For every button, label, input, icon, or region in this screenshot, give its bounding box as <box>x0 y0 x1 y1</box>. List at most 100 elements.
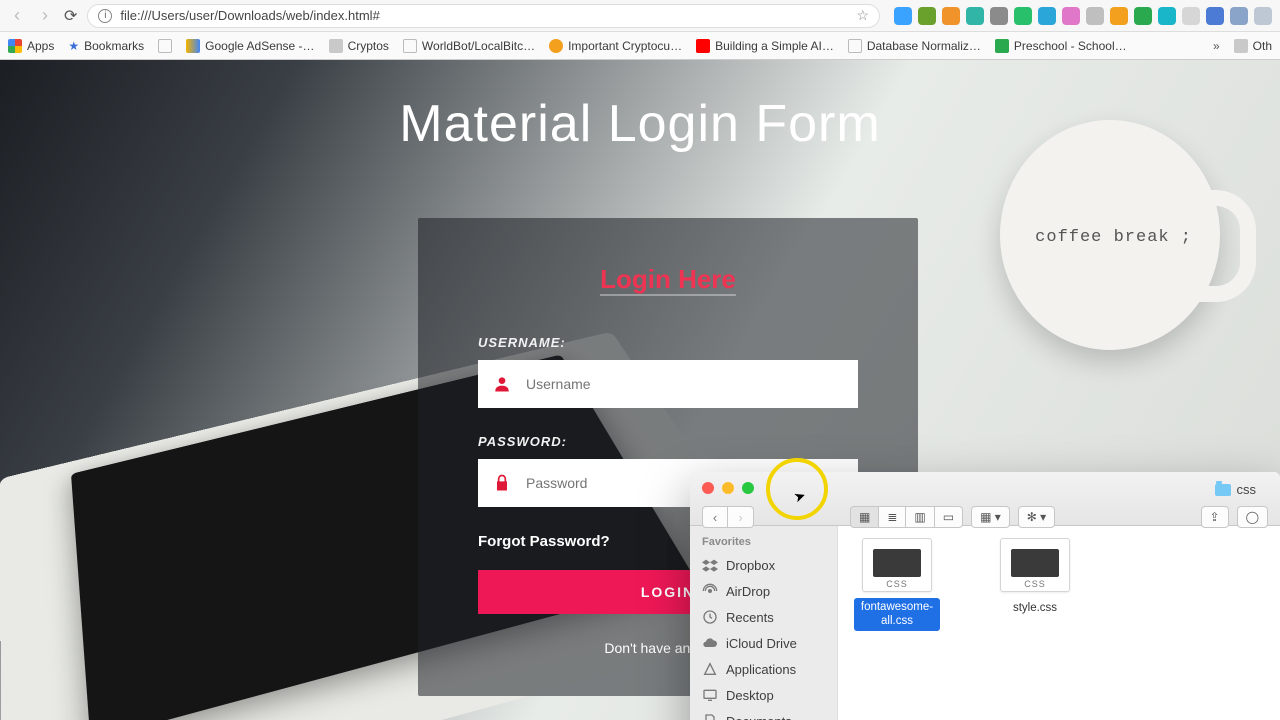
ext-icon[interactable] <box>1062 7 1080 25</box>
back-button[interactable]: ‹ <box>8 5 26 26</box>
sidebar-item-airdrop[interactable]: AirDrop <box>690 578 837 604</box>
bookmark-item[interactable]: Building a Simple AI… <box>696 39 834 53</box>
action-menu-button[interactable]: ✻ ▾ <box>1018 506 1055 528</box>
sidebar-label: Dropbox <box>726 558 775 573</box>
bookmark-item[interactable]: Preschool - School… <box>995 39 1127 53</box>
tags-button[interactable]: ◯ <box>1237 506 1268 528</box>
finder-title: css <box>1215 482 1257 497</box>
window-traffic-lights <box>702 482 754 494</box>
username-label: USERNAME: <box>478 335 858 350</box>
file-ext: CSS <box>863 579 931 589</box>
sidebar-item-applications[interactable]: Applications <box>690 656 837 682</box>
finder-view-controls: ▦ ≣ ▥ ▭ ▦ ▾ ✻ ▾ ⇪ ◯ <box>850 506 1268 528</box>
ext-icon[interactable] <box>918 7 936 25</box>
view-list-button[interactable]: ≣ <box>879 506 906 528</box>
bk-label: Preschool - School… <box>1014 39 1127 53</box>
close-icon[interactable] <box>702 482 714 494</box>
finder-back-button[interactable]: ‹ <box>702 506 728 528</box>
share-button[interactable]: ⇪ <box>1201 506 1229 528</box>
bookmarks-shortcut[interactable]: ★Bookmarks <box>68 39 144 53</box>
url-text: file:///Users/user/Downloads/web/index.h… <box>120 8 848 23</box>
minimize-icon[interactable] <box>722 482 734 494</box>
view-columns-button[interactable]: ▥ <box>906 506 934 528</box>
login-heading: Login Here <box>478 264 858 295</box>
sidebar-label: iCloud Drive <box>726 636 797 651</box>
finder-window: css ‹ › ▦ ≣ ▥ ▭ ▦ ▾ ✻ ▾ ⇪ ◯ Favor <box>690 472 1280 720</box>
sidebar-item-recents[interactable]: Recents <box>690 604 837 630</box>
sidebar-item-dropbox[interactable]: Dropbox <box>690 552 837 578</box>
bookmark-item[interactable]: Database Normaliz… <box>848 39 981 53</box>
ext-icon[interactable] <box>1014 7 1032 25</box>
sidebar-item-icloud[interactable]: iCloud Drive <box>690 630 837 656</box>
ext-icon[interactable] <box>1182 7 1200 25</box>
page-title: Material Login Form <box>0 94 1280 154</box>
lock-icon <box>492 473 512 493</box>
ext-icon[interactable] <box>1134 7 1152 25</box>
mug-text: coffee break ; <box>1035 228 1192 247</box>
bk-label: Important Cryptocu… <box>568 39 682 53</box>
ext-icon[interactable] <box>966 7 984 25</box>
ext-icon[interactable] <box>942 7 960 25</box>
file-ext: CSS <box>1001 579 1069 589</box>
bookmark-item[interactable]: WorldBot/LocalBitc… <box>403 39 535 53</box>
page-content: coffee break ; Material Login Form Login… <box>0 60 1280 720</box>
sidebar-label: Desktop <box>726 688 774 703</box>
finder-nav: ‹ › <box>702 506 754 528</box>
apps-shortcut[interactable]: Apps <box>8 39 54 53</box>
file-name: style.css <box>1009 599 1061 617</box>
ext-icon[interactable] <box>990 7 1008 25</box>
extension-icons <box>890 7 1272 25</box>
ext-icon[interactable] <box>1206 7 1224 25</box>
ext-icon[interactable] <box>1038 7 1056 25</box>
sidebar-label: AirDrop <box>726 584 770 599</box>
ext-icon[interactable] <box>1254 7 1272 25</box>
bookmark-folder[interactable]: Oth <box>1234 39 1272 53</box>
finder-forward-button[interactable]: › <box>728 506 754 528</box>
finder-title-text: css <box>1237 482 1257 497</box>
bk-label: Google AdSense -… <box>205 39 314 53</box>
sidebar-item-documents[interactable]: Documents <box>690 708 837 720</box>
bk-label: Cryptos <box>348 39 389 53</box>
password-label: PASSWORD: <box>478 434 858 449</box>
bookmarks-bar: Apps ★Bookmarks Google AdSense -… Crypto… <box>0 32 1280 60</box>
file-item-selected[interactable]: CSS fontawesome-all.css <box>854 538 940 631</box>
file-thumbnail: CSS <box>862 538 932 592</box>
group-by-button[interactable]: ▦ ▾ <box>971 506 1010 528</box>
ext-icon[interactable] <box>1086 7 1104 25</box>
sidebar-item-desktop[interactable]: Desktop <box>690 682 837 708</box>
username-input[interactable] <box>526 376 844 392</box>
file-thumbnail: CSS <box>1000 538 1070 592</box>
url-bar[interactable]: i file:///Users/user/Downloads/web/index… <box>87 4 880 28</box>
bookmark-folder[interactable]: Cryptos <box>329 39 389 53</box>
file-name: fontawesome-all.css <box>854 598 940 631</box>
bookmark-star-icon[interactable]: ☆ <box>856 7 869 24</box>
ext-icon[interactable] <box>1158 7 1176 25</box>
maximize-icon[interactable] <box>742 482 754 494</box>
file-item[interactable]: CSS style.css <box>992 538 1078 617</box>
sidebar-label: Recents <box>726 610 774 625</box>
sidebar-label: Documents <box>726 714 792 720</box>
username-input-wrap <box>478 360 858 408</box>
bk-label: Building a Simple AI… <box>715 39 834 53</box>
ext-icon[interactable] <box>1230 7 1248 25</box>
bk-label: Database Normaliz… <box>867 39 981 53</box>
view-icons-button[interactable]: ▦ <box>850 506 879 528</box>
bookmarks-overflow[interactable]: » <box>1213 39 1220 53</box>
folder-icon <box>1215 484 1231 496</box>
ext-icon[interactable] <box>894 7 912 25</box>
ext-icon[interactable] <box>1110 7 1128 25</box>
bookmark-item[interactable]: Important Cryptocu… <box>549 39 682 53</box>
bookmark-item[interactable] <box>158 39 172 53</box>
sidebar-label: Applications <box>726 662 796 677</box>
apps-label: Apps <box>27 39 54 53</box>
user-icon <box>492 374 512 394</box>
bk-label: Oth <box>1253 39 1272 53</box>
view-gallery-button[interactable]: ▭ <box>935 506 963 528</box>
bookmark-item[interactable]: Google AdSense -… <box>186 39 314 53</box>
forward-button[interactable]: › <box>36 5 54 26</box>
finder-toolbar[interactable]: css ‹ › ▦ ≣ ▥ ▭ ▦ ▾ ✻ ▾ ⇪ ◯ <box>690 472 1280 526</box>
browser-toolbar: ‹ › ⟳ i file:///Users/user/Downloads/web… <box>0 0 1280 32</box>
site-info-icon[interactable]: i <box>98 9 112 23</box>
bk-label: WorldBot/LocalBitc… <box>422 39 535 53</box>
reload-button[interactable]: ⟳ <box>64 6 77 26</box>
